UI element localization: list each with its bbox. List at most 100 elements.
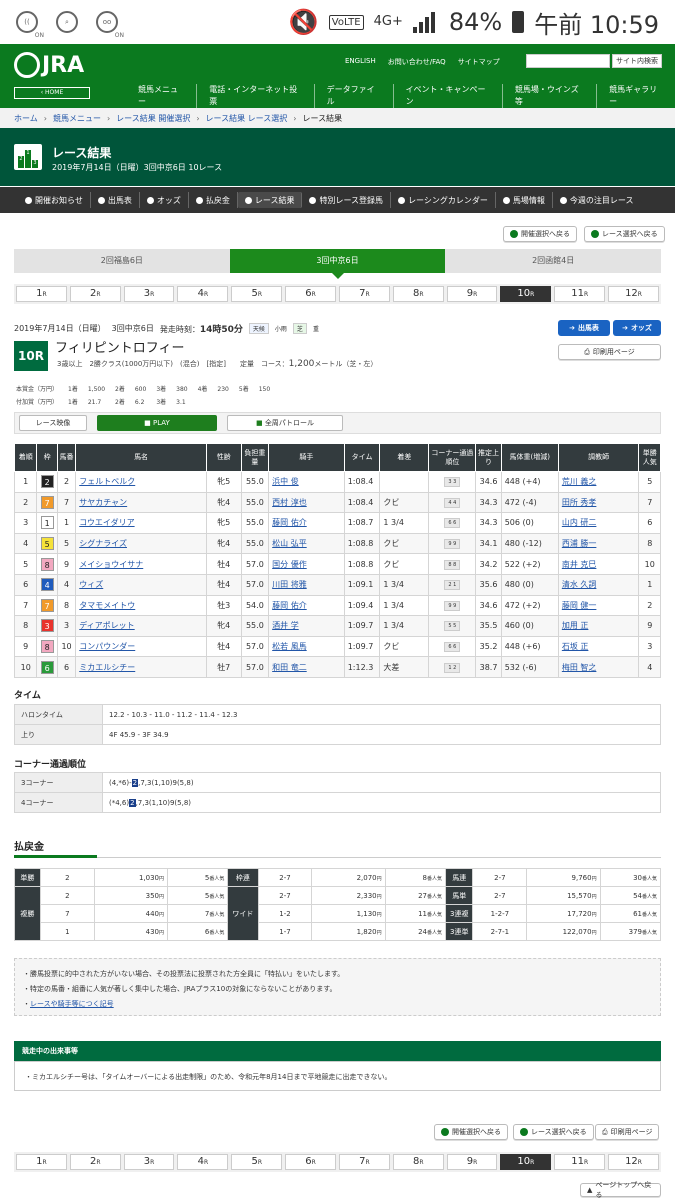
home-button[interactable]: ‹ HOME — [14, 87, 90, 99]
subnav-odds[interactable]: オッズ — [140, 192, 189, 208]
page-top-button[interactable]: ▲ ページトップへ戻る — [580, 1181, 661, 1199]
jockey-link[interactable]: 藤岡 佑介 — [272, 518, 307, 527]
subnav-results[interactable]: レース結果 — [237, 192, 303, 208]
jockey-link[interactable]: 松若 風馬 — [272, 642, 307, 651]
trainer-link[interactable]: 梅田 智之 — [562, 663, 597, 672]
race-tab-5[interactable]: 5R — [231, 286, 283, 302]
cell-corner: 9 9 — [428, 532, 477, 555]
race-tab-7[interactable]: 7R — [338, 1154, 390, 1170]
jockey-link[interactable]: 松山 弘平 — [272, 539, 307, 548]
bottom-back-to-race-button[interactable]: レース選択へ戻る — [513, 1124, 594, 1140]
race-tab-1[interactable]: 1R — [16, 1154, 67, 1170]
faq-link[interactable]: お問い合わせ/FAQ — [388, 57, 446, 67]
trainer-link[interactable]: 山内 研二 — [562, 518, 597, 527]
trainer-link[interactable]: 清水 久詞 — [562, 580, 597, 589]
race-card-button[interactable]: ➔ 出馬表 — [558, 320, 610, 336]
race-tab-7[interactable]: 7R — [338, 286, 390, 302]
race-tab-6[interactable]: 6R — [285, 286, 336, 302]
menu-datafile[interactable]: データファイル — [315, 84, 394, 108]
menu-vote[interactable]: 電話・インターネット投票 — [197, 84, 315, 108]
jockey-link[interactable]: 川田 将雅 — [272, 580, 307, 589]
subnav-payout[interactable]: 払戻金 — [189, 192, 238, 208]
breadcrumb-home[interactable]: ホーム — [14, 113, 38, 124]
race-tab-9[interactable]: 9R — [446, 286, 498, 302]
horse-link[interactable]: タマモメイトウ — [79, 601, 135, 610]
english-link[interactable]: ENGLISH — [345, 57, 376, 67]
venue-tabs: 2回福島6日 3回中京6日 2回函館4日 — [14, 249, 662, 279]
race-tab-2[interactable]: 2R — [69, 286, 121, 302]
subnav-special-entries[interactable]: 特別レース登録馬 — [302, 192, 392, 208]
jockey-link[interactable]: 浜中 俊 — [272, 477, 299, 486]
horse-link[interactable]: ディアポレット — [79, 621, 134, 630]
horse-link[interactable]: シグナライズ — [79, 539, 127, 548]
horse-link[interactable]: ミカエルシチー — [79, 663, 135, 672]
print-page-button[interactable]: ⎙ 印刷用ページ — [558, 344, 661, 360]
race-tab-2[interactable]: 2R — [69, 1154, 121, 1170]
venue-tab-fukushima[interactable]: 2回福島6日 — [14, 249, 230, 273]
race-tab-1[interactable]: 1R — [16, 286, 67, 302]
breadcrumb-meeting-select[interactable]: レース結果 開催選択 — [116, 113, 190, 124]
trainer-link[interactable]: 荒川 義之 — [562, 477, 597, 486]
bottom-back-to-meeting-button[interactable]: 開催選択へ戻る — [434, 1124, 508, 1140]
race-tab-4[interactable]: 4R — [177, 286, 229, 302]
bottom-print-button[interactable]: ⎙ 印刷用ページ — [595, 1124, 660, 1140]
odds-button[interactable]: ➔ オッズ — [613, 320, 661, 336]
breadcrumb-race-select[interactable]: レース結果 レース選択 — [206, 113, 288, 124]
race-tab-11[interactable]: 11R — [554, 1154, 606, 1170]
race-tab-9[interactable]: 9R — [446, 1154, 498, 1170]
menu-keiba[interactable]: 競馬メニュー — [134, 84, 198, 108]
jockey-link[interactable]: 藤岡 佑介 — [272, 601, 307, 610]
horse-link[interactable]: ウィズ — [79, 580, 103, 589]
trainer-link[interactable]: 藤岡 健一 — [562, 601, 597, 610]
sitemap-link[interactable]: サイトマップ — [458, 57, 500, 67]
subnav-calendar[interactable]: レーシングカレンダー — [391, 192, 496, 208]
race-tab-8[interactable]: 8R — [392, 1154, 444, 1170]
trainer-link[interactable]: 田所 秀孝 — [562, 498, 597, 507]
menu-gallery[interactable]: 競馬ギャラリー — [597, 84, 675, 108]
jockey-link[interactable]: 酒井 学 — [272, 621, 299, 630]
race-tab-4[interactable]: 4R — [177, 1154, 229, 1170]
horse-link[interactable]: コウエイダリア — [79, 518, 134, 527]
race-tab-suffix: R — [311, 291, 316, 298]
back-to-race-button[interactable]: レース選択へ戻る — [584, 226, 665, 242]
cell-time: 1:09.7 — [343, 615, 381, 637]
race-tab-12[interactable]: 12R — [608, 286, 659, 302]
patrol-video-button[interactable]: ■ 全周パトロール — [227, 415, 343, 431]
subnav-entries[interactable]: 出馬表 — [91, 192, 140, 208]
trainer-link[interactable]: 加用 正 — [562, 621, 589, 630]
jockey-link[interactable]: 西村 淳也 — [272, 498, 307, 507]
jockey-link[interactable]: 和田 竜二 — [272, 663, 307, 672]
symbols-link[interactable]: レースや騎手等につく記号 — [30, 1000, 114, 1008]
race-tab-12[interactable]: 12R — [608, 1154, 659, 1170]
cell-popularity: 5 — [638, 471, 661, 493]
horse-link[interactable]: フェルトベルク — [79, 477, 135, 486]
race-tab-8[interactable]: 8R — [392, 286, 444, 302]
venue-tab-chukyo[interactable]: 3回中京6日 — [229, 249, 446, 279]
trainer-link[interactable]: 南井 克巳 — [562, 560, 597, 569]
jockey-link[interactable]: 国分 優作 — [272, 560, 307, 569]
subnav-featured[interactable]: 今週の注目レース — [553, 192, 641, 208]
menu-events[interactable]: イベント・キャンペーン — [394, 84, 503, 108]
subnav-notice[interactable]: 開催お知らせ — [18, 192, 91, 208]
trainer-link[interactable]: 石坂 正 — [562, 642, 589, 651]
menu-racecourses[interactable]: 競馬場・ウインズ等 — [503, 84, 598, 108]
back-to-meeting-button[interactable]: 開催選択へ戻る — [503, 226, 577, 242]
horse-link[interactable]: サヤカチャン — [79, 498, 127, 507]
race-tab-6[interactable]: 6R — [285, 1154, 336, 1170]
breadcrumb-menu[interactable]: 競馬メニュー — [53, 113, 101, 124]
horse-link[interactable]: コンパウンダー — [79, 642, 135, 651]
play-video-button[interactable]: ■ PLAY — [97, 415, 217, 431]
horse-link[interactable]: メイショウイサナ — [79, 560, 143, 569]
race-tab-5[interactable]: 5R — [231, 1154, 283, 1170]
race-tab-3[interactable]: 3R — [123, 286, 175, 302]
site-search-button[interactable]: サイト内検索 — [612, 54, 662, 68]
venue-tab-hakodate[interactable]: 2回函館4日 — [445, 249, 662, 273]
race-tab-3[interactable]: 3R — [123, 1154, 175, 1170]
subnav-track[interactable]: 馬場情報 — [496, 192, 553, 208]
jra-logo[interactable]: JRA — [14, 52, 84, 78]
trainer-link[interactable]: 西浦 勝一 — [562, 539, 597, 548]
site-search-input[interactable] — [526, 54, 610, 68]
race-tab-10[interactable]: 10R — [500, 286, 552, 302]
race-tab-10[interactable]: 10R — [500, 1154, 552, 1170]
race-tab-11[interactable]: 11R — [554, 286, 606, 302]
